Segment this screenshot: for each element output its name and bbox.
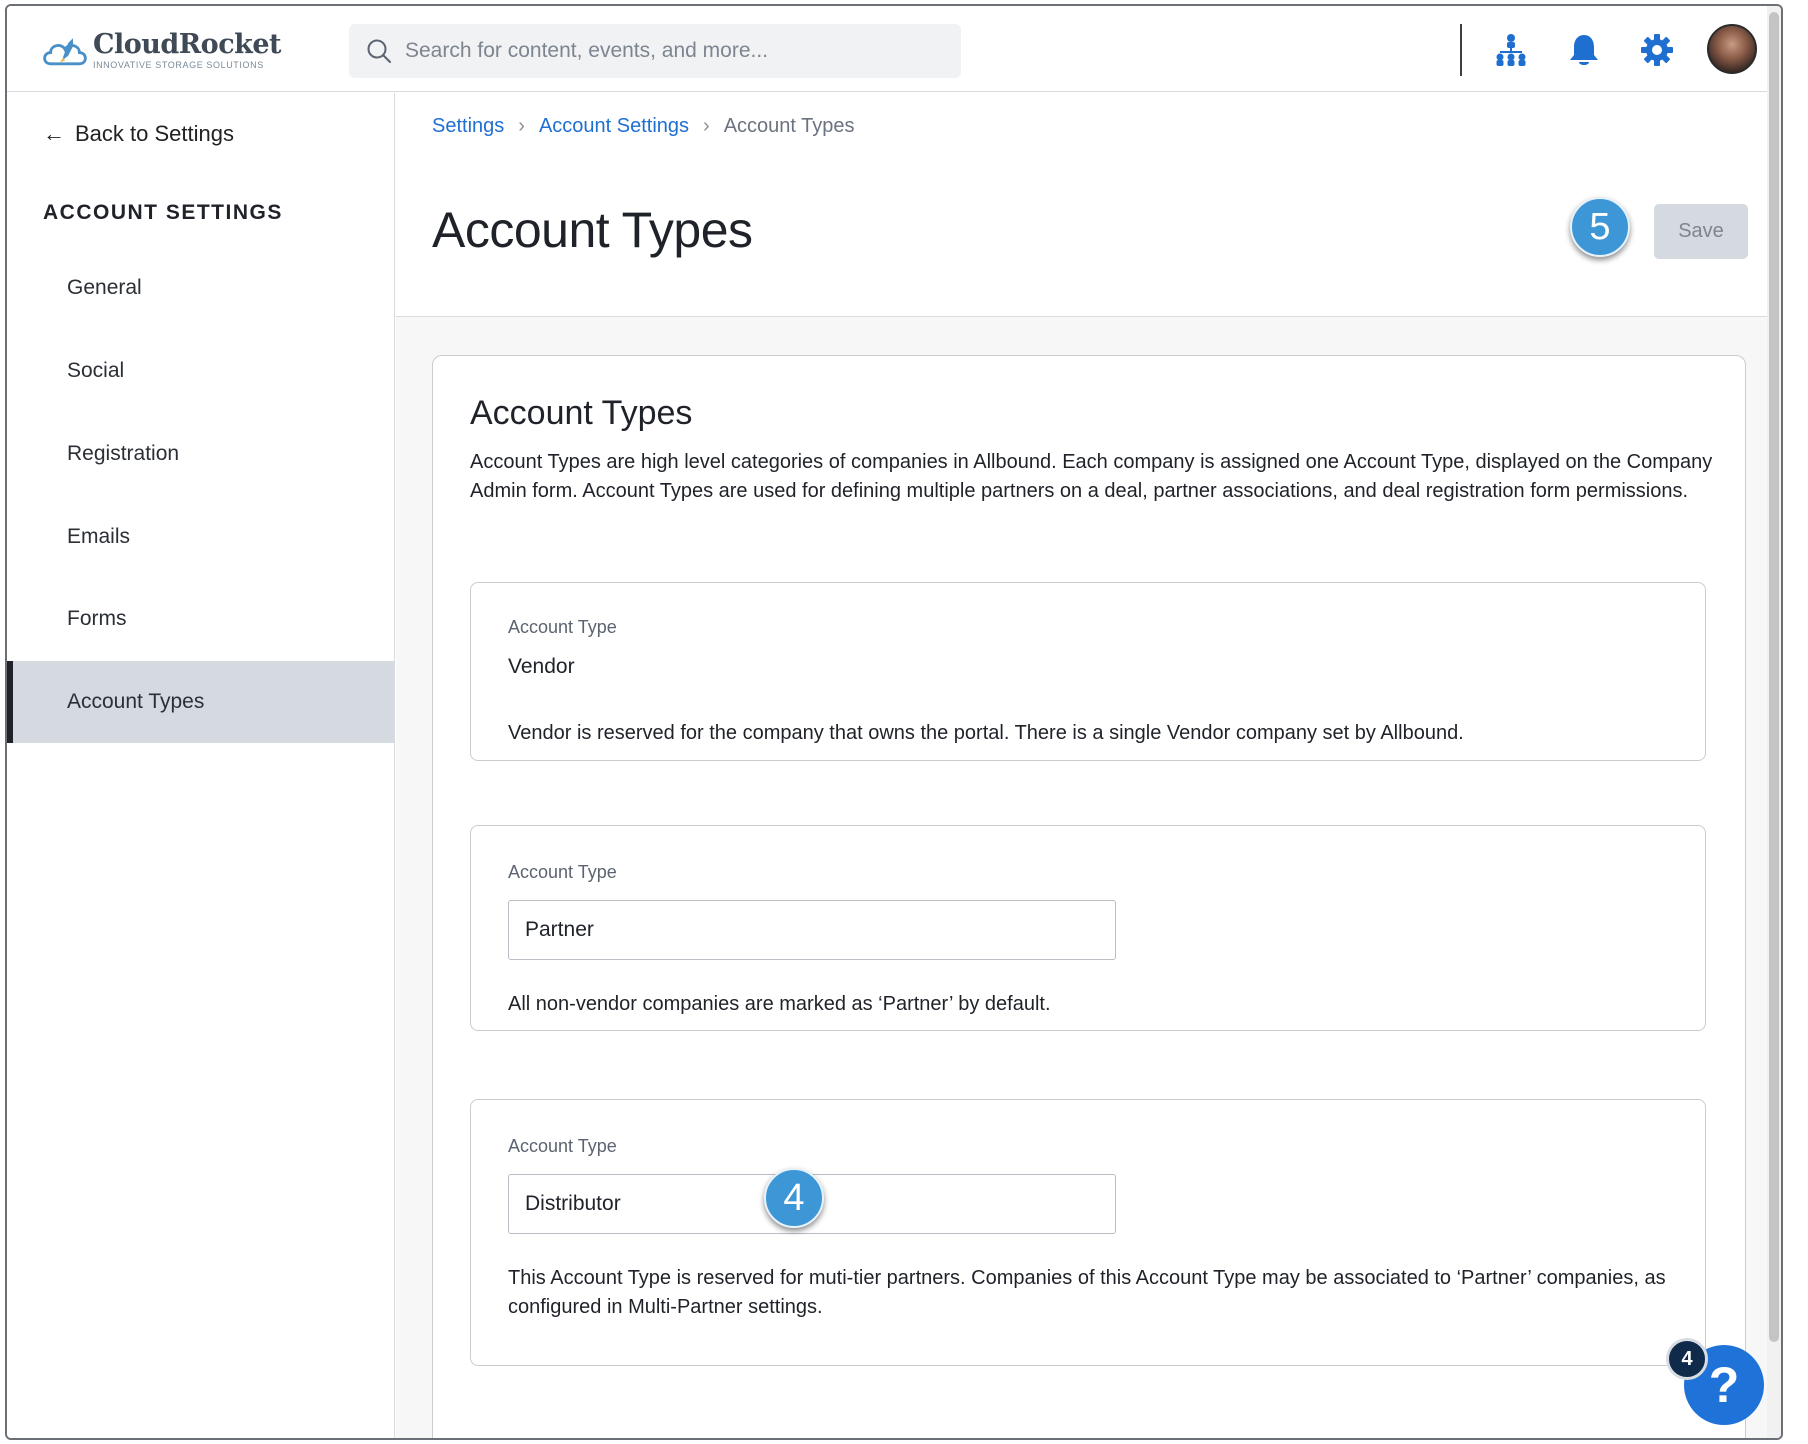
sidebar-item-forms[interactable]: Forms bbox=[7, 578, 395, 660]
brand-logo[interactable]: CloudRocket INNOVATIVE STORAGE SOLUTIONS bbox=[41, 26, 282, 76]
account-type-note: All non-vendor companies are marked as ‘… bbox=[508, 993, 1051, 1015]
account-type-label: Account Type bbox=[508, 1136, 617, 1156]
search-bar[interactable] bbox=[349, 24, 961, 78]
partner-name-input[interactable] bbox=[508, 900, 1116, 960]
sidebar-item-label: General bbox=[67, 276, 142, 299]
save-button[interactable]: Save bbox=[1654, 204, 1748, 259]
back-to-settings-link[interactable]: ← Back to Settings bbox=[43, 121, 234, 147]
gear-icon[interactable] bbox=[1637, 30, 1677, 70]
scrollbar[interactable] bbox=[1767, 6, 1781, 1438]
breadcrumb-current: Account Types bbox=[723, 115, 855, 137]
back-link-label: Back to Settings bbox=[75, 121, 234, 146]
scrollbar-thumb[interactable] bbox=[1769, 12, 1779, 1342]
sidebar-heading: ACCOUNT SETTINGS bbox=[43, 201, 283, 224]
sidebar-item-label: Forms bbox=[67, 607, 127, 630]
page-title: Account Types bbox=[432, 202, 753, 258]
main-content: Settings › Account Settings › Account Ty… bbox=[396, 93, 1767, 1438]
org-chart-icon[interactable] bbox=[1491, 30, 1531, 70]
top-bar: CloudRocket INNOVATIVE STORAGE SOLUTIONS bbox=[7, 6, 1767, 92]
sidebar-item-account-types[interactable]: Account Types bbox=[7, 661, 395, 743]
account-type-label: Account Type bbox=[508, 617, 617, 637]
sidebar-item-label: Emails bbox=[67, 525, 131, 548]
account-types-card: Account Types Account Types are high lev… bbox=[432, 355, 1746, 1438]
chevron-right-icon: › bbox=[703, 115, 710, 137]
sidebar-item-label: Account Types bbox=[67, 690, 205, 713]
sidebar-item-general[interactable]: General bbox=[7, 247, 395, 329]
sidebar-item-label: Registration bbox=[67, 442, 180, 465]
breadcrumb-settings[interactable]: Settings bbox=[432, 115, 504, 138]
account-type-value: Vendor bbox=[508, 655, 575, 678]
breadcrumb: Settings › Account Settings › Account Ty… bbox=[432, 115, 855, 138]
account-type-distributor: Account Type 4 This Account Type is rese… bbox=[470, 1099, 1706, 1366]
arrow-left-icon: ← bbox=[43, 121, 65, 146]
account-type-note: Vendor is reserved for the company that … bbox=[508, 722, 1464, 744]
settings-sidebar: ← Back to Settings ACCOUNT SETTINGS Gene… bbox=[7, 93, 395, 1438]
question-mark-icon: ? bbox=[1708, 1357, 1740, 1413]
brand-tagline: INNOVATIVE STORAGE SOLUTIONS bbox=[92, 60, 264, 70]
sidebar-item-social[interactable]: Social bbox=[7, 330, 395, 412]
sidebar-item-label: Social bbox=[67, 359, 125, 382]
account-type-label: Account Type bbox=[508, 862, 617, 882]
step-badge-save: 5 bbox=[1570, 197, 1630, 257]
app-window: CloudRocket INNOVATIVE STORAGE SOLUTIONS bbox=[5, 4, 1783, 1440]
search-input[interactable] bbox=[405, 39, 925, 63]
user-avatar[interactable] bbox=[1707, 24, 1757, 74]
chevron-right-icon: › bbox=[518, 115, 525, 137]
breadcrumb-account-settings[interactable]: Account Settings bbox=[539, 115, 689, 138]
card-description: Account Types are high level categories … bbox=[470, 451, 1713, 502]
bell-icon[interactable] bbox=[1564, 30, 1604, 70]
step-badge-input: 4 bbox=[764, 1168, 824, 1228]
account-type-vendor: Account Type Vendor Vendor is reserved f… bbox=[470, 582, 1706, 761]
sidebar-item-emails[interactable]: Emails bbox=[7, 496, 395, 578]
page-header: Settings › Account Settings › Account Ty… bbox=[396, 93, 1767, 317]
brand-name: CloudRocket bbox=[92, 29, 282, 60]
topbar-divider bbox=[1460, 24, 1462, 76]
account-type-partner: Account Type All non-vendor companies ar… bbox=[470, 825, 1706, 1031]
help-count-badge: 4 bbox=[1666, 1338, 1708, 1380]
card-title: Account Types bbox=[470, 394, 693, 432]
search-icon bbox=[367, 39, 391, 63]
account-type-note: This Account Type is reserved for muti-t… bbox=[508, 1267, 1666, 1318]
sidebar-item-registration[interactable]: Registration bbox=[7, 413, 395, 495]
rocket-cloud-icon bbox=[43, 38, 87, 66]
